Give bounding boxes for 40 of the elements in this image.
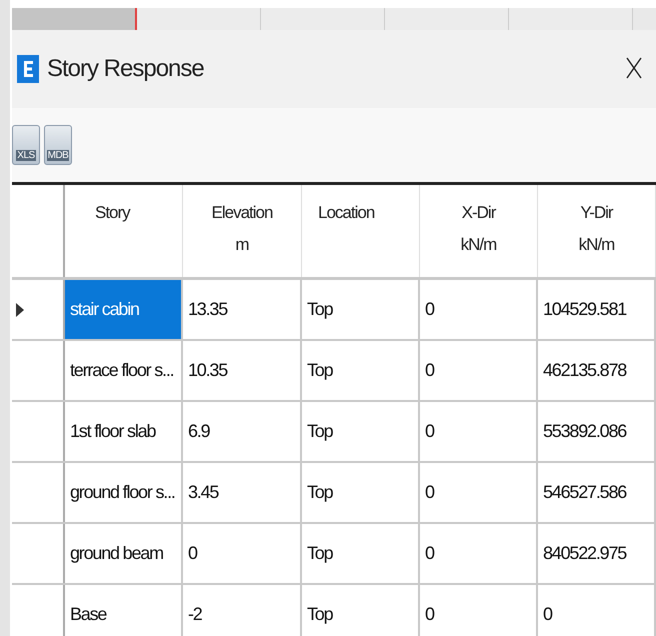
table-cell: 0 [183, 524, 302, 583]
table-cell: Base [65, 585, 183, 636]
current-row-icon [16, 302, 24, 316]
table-cell: ground floor s... [65, 463, 183, 522]
app-logo-icon [17, 55, 39, 83]
column-header: Story [65, 185, 183, 277]
table-cell: 546527.586 [538, 463, 656, 522]
column-header: Elevation m [183, 185, 302, 277]
table-cell: 462135.878 [538, 341, 656, 400]
table-cell: 10.35 [183, 341, 302, 400]
table-cell: 0 [420, 585, 538, 636]
table-cell: 13.35 [183, 280, 302, 339]
table-cell: 553892.086 [538, 402, 656, 461]
window-title: Story Response [47, 55, 204, 83]
table-cell: -2 [183, 585, 302, 636]
table-cell: 0 [538, 585, 656, 636]
table-cell: 6.9 [183, 402, 302, 461]
column-header: Y-Dir kN/m [538, 185, 656, 277]
export-file-button[interactable]: MDB [44, 125, 72, 165]
table-cell: 0 [420, 524, 538, 583]
table-cell: Top [302, 280, 420, 339]
export-file-button[interactable]: XLS [12, 125, 40, 165]
table-cell: 104529.581 [538, 280, 656, 339]
table-cell: 0 [420, 280, 538, 339]
table-cell: 1st floor slab [65, 402, 183, 461]
column-header: Location [302, 185, 420, 277]
table-cell: 0 [420, 402, 538, 461]
table-cell: 0 [420, 341, 538, 400]
table-cell: stair cabin [65, 280, 183, 339]
table-cell: Top [302, 585, 420, 636]
table-cell: Top [302, 341, 420, 400]
table-cell: 840522.975 [538, 524, 656, 583]
column-header: X-Dir kN/m [420, 185, 538, 277]
table-cell: 3.45 [183, 463, 302, 522]
table-cell: ground beam [65, 524, 183, 583]
table-cell: Top [302, 524, 420, 583]
table-cell: Top [302, 463, 420, 522]
table-cell: Top [302, 402, 420, 461]
table-cell: 0 [420, 463, 538, 522]
table-cell: terrace floor s... [65, 341, 183, 400]
